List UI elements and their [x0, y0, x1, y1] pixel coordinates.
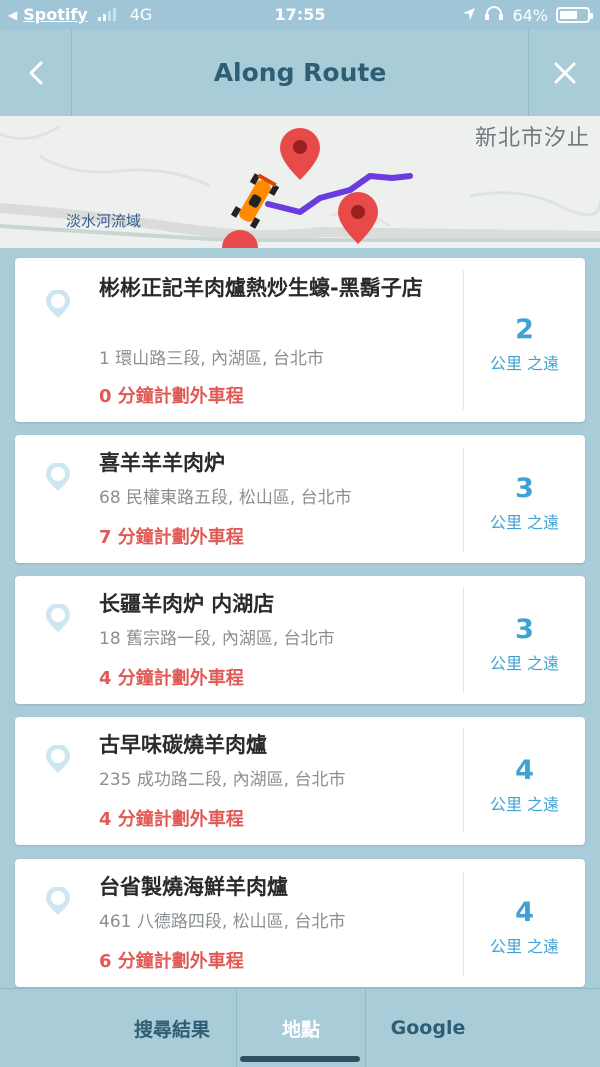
result-eta: 0 分鐘計劃外車程	[99, 386, 244, 407]
result-card[interactable]: 彬彬正記羊肉爐熱炒生蠔-黑鬍子店 1 環山路三段, 內湖區, 台北市 0 分鐘計…	[15, 258, 585, 422]
chevron-left-icon	[29, 61, 42, 85]
result-distance: 3	[515, 614, 534, 645]
status-bar: ◀ Spotify 4G 17:55 64%	[0, 0, 600, 30]
result-distance-unit: 公里 之遠	[489, 654, 560, 673]
home-indicator[interactable]	[240, 1056, 360, 1062]
result-eta: 4 分鐘計劃外車程	[99, 668, 244, 689]
result-eta: 7 分鐘計劃外車程	[99, 527, 244, 548]
result-distance-unit: 公里 之遠	[489, 937, 560, 956]
result-card[interactable]: 古早味碳燒羊肉爐 235 成功路二段, 內湖區, 台北市 4 分鐘計劃外車程 4…	[15, 717, 585, 845]
result-card[interactable]: 台省製燒海鮮羊肉爐 461 八德路四段, 松山區, 台北市 6 分鐘計劃外車程 …	[15, 859, 585, 987]
location-pin-icon	[46, 887, 70, 915]
status-right: 64%	[462, 5, 593, 25]
result-card[interactable]: 喜羊羊羊肉炉 68 民權東路五段, 松山區, 台北市 7 分鐘計劃外車程 3 公…	[15, 435, 585, 563]
result-distance-unit: 公里 之遠	[489, 513, 560, 532]
location-arrow-icon	[462, 6, 476, 25]
result-name: 台省製燒海鮮羊肉爐	[99, 875, 288, 899]
header: Along Route	[0, 30, 600, 117]
map-label-river: 淡水河流域	[66, 212, 142, 230]
location-pin-icon	[46, 290, 70, 318]
map-label-city: 新北市汐止	[474, 126, 590, 151]
result-address: 235 成功路二段, 內湖區, 台北市	[99, 770, 346, 790]
result-address: 1 環山路三段, 內湖區, 台北市	[99, 349, 324, 369]
result-name: 喜羊羊羊肉炉	[99, 451, 225, 475]
result-eta: 6 分鐘計劃外車程	[99, 951, 244, 972]
map-pin-red	[280, 128, 320, 180]
result-distance: 2	[515, 314, 534, 345]
location-pin-icon	[46, 745, 70, 773]
result-name: 古早味碳燒羊肉爐	[99, 733, 267, 757]
result-distance-unit: 公里 之遠	[489, 795, 560, 814]
tab-google[interactable]: Google	[364, 989, 492, 1067]
route-map[interactable]: 新北市汐止 淡水河流域	[0, 116, 600, 248]
close-icon	[554, 62, 575, 84]
result-eta: 4 分鐘計劃外車程	[99, 809, 244, 830]
result-distance: 4	[515, 755, 534, 786]
page-title: Along Route	[213, 58, 387, 87]
result-address: 68 民權東路五段, 松山區, 台北市	[99, 488, 352, 508]
close-button[interactable]	[528, 30, 600, 116]
tab-search-results[interactable]: 搜尋結果	[108, 989, 236, 1067]
result-name: 彬彬正記羊肉爐熱炒生蠔-黑鬍子店	[99, 276, 423, 300]
back-button[interactable]	[0, 30, 72, 116]
result-address: 461 八德路四段, 松山區, 台北市	[99, 912, 346, 932]
result-address: 18 舊宗路一段, 內湖區, 台北市	[99, 629, 335, 649]
location-pin-icon	[46, 604, 70, 632]
result-name: 长疆羊肉炉 内湖店	[99, 592, 275, 616]
result-distance: 4	[515, 897, 534, 928]
battery-percent: 64%	[512, 5, 548, 25]
location-pin-icon	[46, 463, 70, 491]
race-car-icon	[230, 173, 280, 229]
results-list[interactable]: 彬彬正記羊肉爐熱炒生蠔-黑鬍子店 1 環山路三段, 內湖區, 台北市 0 分鐘計…	[0, 248, 600, 988]
battery-icon	[556, 7, 593, 23]
result-distance: 3	[515, 473, 534, 504]
result-card[interactable]: 长疆羊肉炉 内湖店 18 舊宗路一段, 內湖區, 台北市 4 分鐘計劃外車程 3…	[15, 576, 585, 704]
headphones-icon	[484, 5, 504, 25]
result-distance-unit: 公里 之遠	[489, 354, 560, 373]
